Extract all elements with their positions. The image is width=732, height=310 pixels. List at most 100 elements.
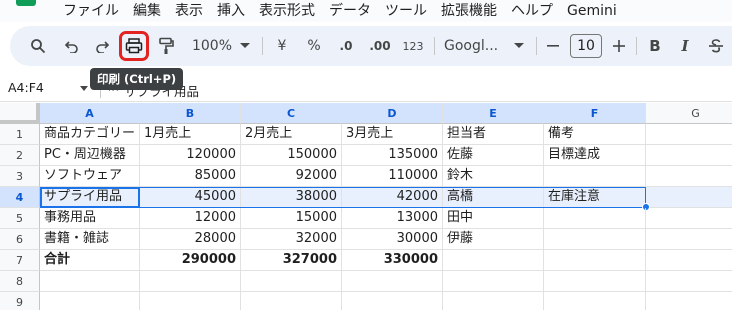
cell-b6[interactable]: 28000 <box>140 229 241 250</box>
menu-extensions[interactable]: 拡張機能 <box>434 1 504 21</box>
decrease-font-size-button[interactable] <box>544 26 562 66</box>
paint-format-button[interactable] <box>154 26 178 66</box>
cell-c2[interactable]: 150000 <box>241 145 342 166</box>
cell-e4[interactable]: 高橋 <box>443 187 544 208</box>
cell-d1[interactable]: 3月売上 <box>342 124 443 145</box>
name-box-dropdown-icon[interactable] <box>80 86 88 91</box>
cell-g2[interactable] <box>646 145 732 166</box>
cell-f6[interactable] <box>544 229 646 250</box>
cell-b9[interactable] <box>140 292 241 310</box>
column-header-f[interactable]: F <box>544 103 646 124</box>
menu-edit[interactable]: 編集 <box>126 1 168 21</box>
cell-f9[interactable] <box>544 292 646 310</box>
name-box[interactable]: A4:F4 <box>8 80 44 95</box>
cell-b2[interactable]: 120000 <box>140 145 241 166</box>
bold-button[interactable]: B <box>646 26 664 66</box>
row-header[interactable]: 5 <box>0 208 40 229</box>
cell-b1[interactable]: 1月売上 <box>140 124 241 145</box>
cell-e9[interactable] <box>443 292 544 310</box>
cell-b8[interactable] <box>140 271 241 292</box>
cell-d4[interactable]: 42000 <box>342 187 443 208</box>
undo-button[interactable] <box>60 26 84 66</box>
cell-g7[interactable] <box>646 250 732 271</box>
number-format-button[interactable]: 123 <box>400 26 426 66</box>
cell-e5[interactable]: 田中 <box>443 208 544 229</box>
zoom-dropdown-button[interactable] <box>238 26 252 66</box>
cell-f4[interactable]: 在庫注意 <box>544 187 646 208</box>
menu-help[interactable]: ヘルプ <box>504 1 560 21</box>
cell-c7[interactable]: 327000 <box>241 250 342 271</box>
percent-format-button[interactable]: % <box>304 26 324 66</box>
cell-d8[interactable] <box>342 271 443 292</box>
cell-a1[interactable]: 商品カテゴリー <box>40 124 140 145</box>
cell-a3[interactable]: ソフトウェア <box>40 166 140 187</box>
increase-decimal-button[interactable]: .00 <box>366 26 394 66</box>
row-header[interactable]: 1 <box>0 124 40 145</box>
cell-c6[interactable]: 32000 <box>241 229 342 250</box>
cell-f5[interactable] <box>544 208 646 229</box>
cell-b5[interactable]: 12000 <box>140 208 241 229</box>
cell-g6[interactable] <box>646 229 732 250</box>
cell-a4[interactable]: サプライ用品 <box>40 187 140 208</box>
menu-format[interactable]: 表示形式 <box>252 1 322 21</box>
menu-insert[interactable]: 挿入 <box>210 1 252 21</box>
cell-a5[interactable]: 事務用品 <box>40 208 140 229</box>
cell-b3[interactable]: 85000 <box>140 166 241 187</box>
row-header[interactable]: 3 <box>0 166 40 187</box>
menu-gemini[interactable]: Gemini <box>560 1 624 21</box>
cell-b7[interactable]: 290000 <box>140 250 241 271</box>
column-header-e[interactable]: E <box>443 103 544 124</box>
cell-e7[interactable] <box>443 250 544 271</box>
column-header-b[interactable]: B <box>140 103 241 124</box>
redo-button[interactable] <box>90 26 114 66</box>
cell-f1[interactable]: 備考 <box>544 124 646 145</box>
cell-e2[interactable]: 佐藤 <box>443 145 544 166</box>
cell-d6[interactable]: 30000 <box>342 229 443 250</box>
row-header[interactable]: 7 <box>0 250 40 271</box>
row-header[interactable]: 2 <box>0 145 40 166</box>
menu-tools[interactable]: ツール <box>378 1 434 21</box>
cell-c1[interactable]: 2月売上 <box>241 124 342 145</box>
cell-f3[interactable] <box>544 166 646 187</box>
row-header[interactable]: 4 <box>0 187 40 208</box>
cell-c4[interactable]: 38000 <box>241 187 342 208</box>
cell-e8[interactable] <box>443 271 544 292</box>
column-header-a[interactable]: A <box>40 103 140 124</box>
cell-e3[interactable]: 鈴木 <box>443 166 544 187</box>
cell-e1[interactable]: 担当者 <box>443 124 544 145</box>
row-header[interactable]: 8 <box>0 271 40 292</box>
cell-a8[interactable] <box>40 271 140 292</box>
print-button[interactable] <box>122 26 146 66</box>
cell-c5[interactable]: 15000 <box>241 208 342 229</box>
cell-g9[interactable] <box>646 292 732 310</box>
cell-a9[interactable] <box>40 292 140 310</box>
increase-font-size-button[interactable] <box>610 26 628 66</box>
font-size-input[interactable]: 10 <box>570 34 602 58</box>
column-header-g[interactable]: G <box>646 103 732 124</box>
cell-d2[interactable]: 135000 <box>342 145 443 166</box>
cell-a7[interactable]: 合計 <box>40 250 140 271</box>
font-dropdown-button[interactable] <box>512 26 526 66</box>
cell-f8[interactable] <box>544 271 646 292</box>
italic-button[interactable]: I <box>676 26 694 66</box>
row-header[interactable]: 9 <box>0 292 40 310</box>
cell-f2[interactable]: 目標達成 <box>544 145 646 166</box>
cell-g8[interactable] <box>646 271 732 292</box>
cell-g3[interactable] <box>646 166 732 187</box>
column-header-d[interactable]: D <box>342 103 443 124</box>
cell-f7[interactable] <box>544 250 646 271</box>
cell-g1[interactable] <box>646 124 732 145</box>
row-header[interactable]: 6 <box>0 229 40 250</box>
cell-b4[interactable]: 45000 <box>140 187 241 208</box>
font-select[interactable]: Googl... <box>444 26 504 66</box>
cell-d5[interactable]: 13000 <box>342 208 443 229</box>
zoom-select[interactable]: 100% <box>190 26 234 66</box>
cell-c8[interactable] <box>241 271 342 292</box>
currency-format-button[interactable]: ¥ <box>272 26 292 66</box>
menu-data[interactable]: データ <box>322 1 378 21</box>
cell-c9[interactable] <box>241 292 342 310</box>
cell-d7[interactable]: 330000 <box>342 250 443 271</box>
cell-d3[interactable]: 110000 <box>342 166 443 187</box>
cell-g4[interactable] <box>646 187 732 208</box>
cell-a6[interactable]: 書籍・雑誌 <box>40 229 140 250</box>
